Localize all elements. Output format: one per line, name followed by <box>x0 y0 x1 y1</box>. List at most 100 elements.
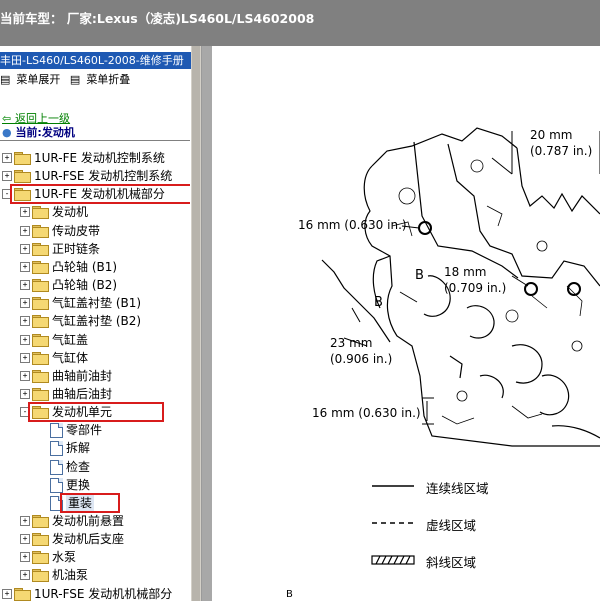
tree-view: +1UR-FE 发动机控制系统 +1UR-FSE 发动机控制系统 -1UR-FE 发… <box>0 140 190 602</box>
folder-icon <box>32 387 49 401</box>
folder-icon <box>32 333 49 347</box>
tree-item-label: 气缸体 <box>52 350 89 365</box>
expand-toggle-icon[interactable]: + <box>20 243 30 254</box>
tree-folder-item[interactable]: + 气缸盖衬垫 (B2) <box>0 312 190 330</box>
expand-toggle-icon[interactable]: + <box>2 153 12 163</box>
tree-folder-item[interactable]: + 机油泵 <box>0 566 190 584</box>
tree-scrollbar[interactable] <box>191 46 201 601</box>
title-bar: 当前车型： 厂家:Lexus（凌志)LS460L/LS4602008 <box>0 0 600 46</box>
folder-icon <box>32 351 49 365</box>
tree-folder-item[interactable]: + 传动皮带 <box>0 222 190 240</box>
bottom-mark: B <box>286 589 293 600</box>
current-section-label: 当前:发动机 <box>15 126 75 139</box>
tree-item-label: 1UR-FE 发动机控制系统 <box>34 151 165 165</box>
expand-toggle-icon[interactable]: + <box>20 261 30 272</box>
tree-leaf-item[interactable]: 零部件 <box>0 421 190 439</box>
tree-folder-item[interactable]: + 气缸盖衬垫 (B1) <box>0 294 190 312</box>
folder-icon <box>32 315 49 329</box>
expand-toggle-icon[interactable]: + <box>20 207 30 218</box>
tree-folder-item[interactable]: +1UR-FE 发动机控制系统 <box>0 149 190 167</box>
tree-item-label: 正时链条 <box>52 241 101 256</box>
tree-folder-item[interactable]: + 曲轴后油封 <box>0 385 190 403</box>
tree-item-label: 气缸盖衬垫 (B1) <box>52 296 142 311</box>
collapse-icon[interactable]: ▤ <box>70 73 80 86</box>
expand-toggle-icon[interactable]: + <box>20 280 30 291</box>
tree-item-label: 凸轮轴 (B2) <box>52 278 118 293</box>
tree-item-label: 曲轴后油封 <box>52 386 113 401</box>
expand-toggle-icon[interactable]: + <box>20 316 30 327</box>
scrollbar-thumb[interactable] <box>192 46 200 601</box>
document-icon <box>50 459 63 475</box>
expand-toggle-icon[interactable]: + <box>20 388 30 399</box>
dim-16mm-upper: 16 mm (0.630 in.) <box>298 218 407 232</box>
folder-icon <box>32 206 49 220</box>
expand-toggle-icon[interactable]: + <box>20 516 30 526</box>
dim-18mm-in: (0.709 in.) <box>444 281 507 295</box>
tree-folder-item[interactable]: + 凸轮轴 (B1) <box>0 258 190 276</box>
dim-top-in: (0.787 in.) <box>530 144 593 158</box>
pane-splitter[interactable] <box>202 46 212 601</box>
tree-folder-item[interactable]: + 正时链条 <box>0 240 190 258</box>
tree-folder-item[interactable]: + 气缸盖 <box>0 331 190 349</box>
tree-item-label: 1UR-FSE 发动机机械部分 <box>34 586 173 601</box>
tree-item-label: 机油泵 <box>52 568 89 583</box>
manual-title-bar: 丰田-LS460/LS460L-2008-维修手册 <box>0 52 192 69</box>
menu-toolbar: ▤ 菜单展开 ▤ 菜单折叠 <box>0 71 136 89</box>
tree-item-label: 拆解 <box>66 441 91 456</box>
menu-collapse-button[interactable]: 菜单折叠 <box>86 73 130 86</box>
tree-leaf-item[interactable]: 更换 <box>0 476 190 494</box>
folder-icon <box>14 170 31 184</box>
tree-folder-item[interactable]: +1UR-FSE 发动机控制系统 <box>0 167 190 185</box>
expand-toggle-icon[interactable]: + <box>20 334 30 345</box>
folder-icon <box>14 152 31 165</box>
tree-item-label: 零部件 <box>66 423 103 438</box>
dim-16mm-lower: 16 mm (0.630 in.) <box>312 406 421 420</box>
folder-icon <box>32 515 49 528</box>
tree-folder-item[interactable]: + 发动机 <box>0 203 190 221</box>
folder-icon <box>14 587 31 601</box>
current-model-title: 当前车型： 厂家:Lexus（凌志)LS460L/LS4602008 <box>0 11 315 26</box>
expand-icon[interactable]: ▤ <box>0 73 10 86</box>
expand-toggle-icon[interactable]: + <box>20 534 30 545</box>
dim-23mm: 23 mm <box>330 336 373 350</box>
expand-toggle-icon[interactable]: + <box>2 171 12 182</box>
folder-icon <box>32 369 49 383</box>
tree-folder-item[interactable]: + 气缸体 <box>0 349 190 367</box>
folder-icon <box>32 279 49 293</box>
menu-expand-button[interactable]: 菜单展开 <box>16 73 60 86</box>
expand-toggle-icon[interactable]: + <box>2 588 12 599</box>
expand-toggle-icon[interactable]: + <box>20 570 30 581</box>
tree-item-label: 气缸盖衬垫 (B2) <box>52 314 142 329</box>
tree-folder-item[interactable]: + 发动机前悬置 <box>0 512 190 530</box>
tree-item-label: 检查 <box>66 459 91 474</box>
globe-icon: ● <box>2 126 16 139</box>
expand-toggle-icon[interactable]: + <box>20 370 30 381</box>
folder-icon <box>32 242 49 256</box>
tree-leaf-item[interactable]: 检查 <box>0 458 190 476</box>
tree-folder-item[interactable]: + 水泵 <box>0 548 190 566</box>
tree-item-label: 气缸盖 <box>52 332 89 347</box>
highlight-box <box>28 402 164 423</box>
expand-toggle-icon[interactable]: + <box>20 225 30 236</box>
tree-item-label: 曲轴前油封 <box>52 368 113 383</box>
document-icon <box>50 441 63 457</box>
tree-folder-item[interactable]: + 发动机后支座 <box>0 530 190 548</box>
tree-item-label: 1UR-FSE 发动机控制系统 <box>34 169 173 184</box>
expand-toggle-icon[interactable]: + <box>20 352 30 363</box>
navigation-pane: 丰田-LS460/LS460L-2008-维修手册 ▤ 菜单展开 ▤ 菜单折叠 +1… <box>0 46 202 601</box>
tree-folder-item[interactable]: + 凸轮轴 (B2) <box>0 276 190 294</box>
tree-item-label: 发动机 <box>52 205 89 220</box>
tree-folder-item[interactable]: + 曲轴前油封 <box>0 367 190 385</box>
tree-leaf-item[interactable]: 拆解 <box>0 439 190 457</box>
document-icon <box>50 477 63 493</box>
folder-icon <box>32 533 49 547</box>
tree-folder-item[interactable]: +1UR-FSE 发动机机械部分 <box>0 585 190 602</box>
folder-icon <box>32 297 49 311</box>
section-mark-b-lower: B <box>374 295 383 310</box>
expand-toggle-icon[interactable]: + <box>20 298 30 309</box>
highlight-box <box>10 184 190 205</box>
expand-toggle-icon[interactable]: + <box>20 552 30 563</box>
tree-item-label: 发动机前悬置 <box>52 514 125 528</box>
tree-item-label: 发动机后支座 <box>52 532 125 547</box>
folder-icon <box>32 260 49 274</box>
